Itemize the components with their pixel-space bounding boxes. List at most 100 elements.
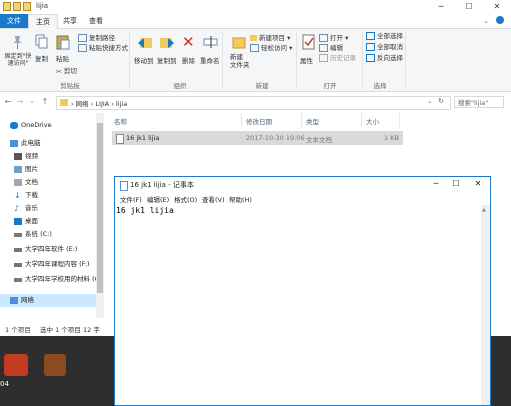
new-folder-icon[interactable] (232, 34, 246, 50)
table-row[interactable]: 16 jk1 lijia 2017-10-30 19:06 文本文档 1 KB (112, 131, 403, 145)
select-all-button[interactable]: 全部选择 (366, 32, 403, 41)
pin-button-label[interactable]: 固定到"快速访问" (3, 53, 33, 67)
copy-button-label[interactable]: 复制 (35, 53, 48, 63)
close-icon[interactable]: ✕ (469, 177, 487, 191)
menu-file[interactable]: 文件(F) (120, 194, 142, 204)
breadcrumb-network[interactable]: 网络 (76, 100, 89, 108)
recent-locations-icon[interactable]: ⌄ (27, 96, 37, 108)
tab-home[interactable]: 主页 (28, 14, 58, 29)
cloud-icon (10, 122, 18, 129)
column-divider[interactable] (301, 113, 302, 127)
nav-item-label: 系统 (C:) (25, 230, 52, 238)
ribbon-collapse-icon[interactable]: ⌄ (483, 17, 489, 25)
quick-access-toolbar[interactable] (3, 2, 33, 12)
nav-item-onedrive[interactable]: OneDrive (0, 119, 104, 132)
nav-item-label: 桌面 (25, 217, 38, 225)
column-header-size[interactable]: 大小 (366, 116, 379, 126)
nav-item-drive-f[interactable]: 大学四年课程内容 (F:) (0, 258, 104, 271)
column-divider[interactable] (399, 113, 400, 127)
rename-icon[interactable] (203, 34, 218, 50)
breadcrumb-lijia-host[interactable]: LIJIA (95, 100, 109, 108)
nav-item-downloads[interactable]: ↓ 下载 (0, 189, 104, 202)
minimize-icon[interactable]: ─ (427, 177, 445, 191)
move-to-label[interactable]: 移动到 (134, 55, 154, 65)
menu-edit[interactable]: 编辑(E) (147, 194, 169, 204)
notepad-menubar: 文件(F) 编辑(E) 格式(O) 查看(V) 帮助(H) (115, 192, 490, 205)
notepad-text-area[interactable]: 16 jk1 lijia (115, 205, 481, 405)
paste-shortcut-button[interactable]: 粘贴快捷方式 (78, 44, 128, 53)
nav-item-drive-c[interactable]: 系统 (C:) (0, 228, 104, 241)
copy-icon[interactable] (35, 34, 49, 50)
search-input[interactable]: 搜索"lijia" (454, 96, 504, 108)
group-divider (129, 32, 130, 88)
text-file-icon (116, 134, 124, 144)
desktop-app-icon[interactable] (44, 354, 66, 376)
nav-item-network[interactable]: 网络 (0, 294, 96, 307)
up-arrow-icon[interactable]: ↑ (40, 96, 50, 108)
forward-arrow-icon[interactable]: → (15, 96, 25, 108)
paste-icon[interactable] (56, 34, 70, 50)
new-item-button[interactable]: 新建项目 ▾ (250, 34, 290, 43)
rename-label[interactable]: 重命名 (200, 55, 220, 65)
drive-icon (14, 263, 22, 267)
nav-scrollbar-thumb[interactable] (97, 123, 103, 293)
open-button[interactable]: 打开 ▾ (319, 34, 348, 43)
desktop-app-icon[interactable] (4, 354, 28, 376)
invert-selection-label: 反向选择 (377, 54, 403, 62)
nav-item-videos[interactable]: 视频 (0, 150, 104, 163)
nav-item-desktop[interactable]: 桌面 (0, 215, 104, 228)
menu-view[interactable]: 查看(V) (202, 194, 225, 204)
nav-item-documents[interactable]: 文档 (0, 176, 104, 189)
history-button[interactable]: 历史记录 (319, 54, 356, 63)
new-item-label: 新建项目 (259, 34, 285, 42)
minimize-icon[interactable]: ─ (427, 0, 455, 14)
column-header-type[interactable]: 类型 (306, 116, 319, 126)
maximize-icon[interactable]: ☐ (447, 177, 465, 191)
nav-item-drive-g[interactable]: 大学四年学校用的材料 (G (0, 273, 104, 286)
nav-item-music[interactable]: ♪ 音乐 (0, 202, 104, 215)
help-icon[interactable] (496, 16, 504, 24)
maximize-icon[interactable]: ☐ (455, 0, 483, 14)
copy-to-label[interactable]: 复制到 (157, 55, 177, 65)
breadcrumb-lijia-folder[interactable]: lijia (116, 100, 127, 108)
edit-button[interactable]: 编辑 (319, 44, 343, 53)
menu-help[interactable]: 帮助(H) (229, 194, 252, 204)
delete-label[interactable]: 删除 (182, 55, 195, 65)
nav-item-this-pc[interactable]: 此电脑 (0, 137, 104, 150)
close-icon[interactable]: ✕ (483, 0, 511, 14)
easy-access-button[interactable]: 轻松访问 ▾ (250, 44, 292, 53)
back-arrow-icon[interactable]: ← (3, 96, 13, 108)
properties-label[interactable]: 属性 (300, 55, 313, 65)
pin-icon[interactable] (10, 34, 24, 50)
invert-selection-button[interactable]: 反向选择 (366, 54, 403, 63)
tab-view[interactable]: 查看 (82, 14, 110, 28)
tab-share[interactable]: 共享 (56, 14, 84, 28)
notepad-scrollbar[interactable]: ▲ (481, 205, 490, 405)
scroll-up-icon[interactable]: ▲ (482, 207, 486, 213)
address-bar[interactable]: › 网络 › LIJIA › lijia ⌄ ↻ (56, 96, 451, 110)
refresh-icon[interactable]: ↻ (438, 97, 444, 105)
delete-icon[interactable]: ✕ (182, 34, 196, 50)
menu-format[interactable]: 格式(O) (174, 194, 197, 204)
paste-button-label[interactable]: 粘贴 (56, 53, 69, 63)
notepad-titlebar: 16 jk1 lijia - 记事本 ─ ☐ ✕ (115, 177, 490, 192)
copy-path-label: 复制路径 (89, 34, 115, 42)
column-divider[interactable] (241, 113, 242, 127)
address-dropdown-icon[interactable]: ⌄ (427, 98, 432, 105)
column-header-date[interactable]: 修改日期 (246, 116, 272, 126)
copy-to-icon[interactable] (158, 34, 174, 50)
nav-item-pictures[interactable]: 图片 (0, 163, 104, 176)
tab-file[interactable]: 文件 (0, 14, 28, 28)
select-none-button[interactable]: 全部取消 (366, 43, 403, 52)
new-folder-label[interactable]: 新建 文件夹 (230, 53, 250, 69)
properties-icon[interactable] (302, 34, 316, 50)
open-group-label: 打开 (323, 82, 337, 90)
copy-path-button[interactable]: 复制路径 (78, 34, 115, 43)
column-divider[interactable] (361, 113, 362, 127)
column-header-name[interactable]: 名称 (114, 116, 127, 126)
nav-item-label: 视频 (25, 152, 38, 160)
move-to-icon[interactable] (138, 34, 152, 50)
drive-icon (14, 248, 22, 252)
cut-button[interactable]: ✂ 剪切 (56, 67, 77, 76)
nav-item-drive-e[interactable]: 大学四年软件 (E:) (0, 243, 104, 256)
